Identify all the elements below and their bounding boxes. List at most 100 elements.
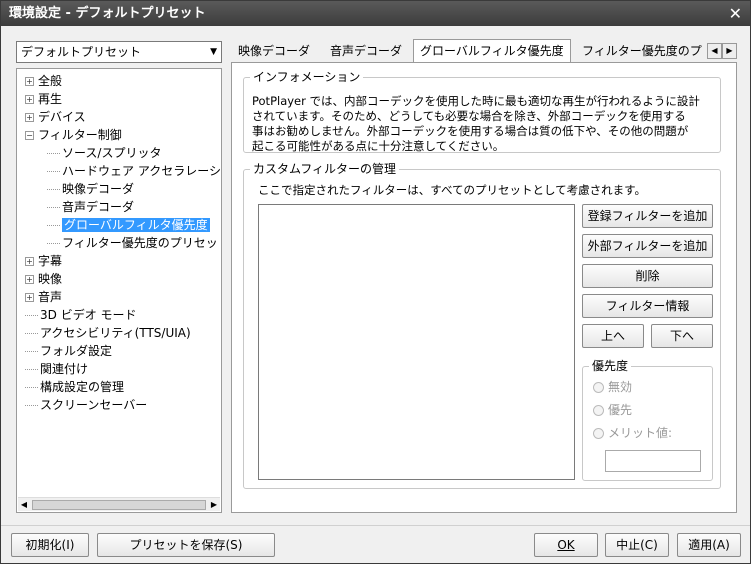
tree-item[interactable]: 関連付け	[25, 360, 88, 378]
tree-item[interactable]: アクセシビリティ(TTS/UIA)	[25, 324, 191, 342]
chevron-down-icon: ▼	[210, 47, 217, 57]
tree-horizontal-scrollbar[interactable]: ◀ ▶	[18, 497, 220, 511]
cancel-button[interactable]: 中止(C)	[605, 533, 669, 557]
close-icon[interactable]: ✕	[729, 1, 742, 26]
tree-connector	[25, 333, 38, 334]
delete-button[interactable]: 削除	[582, 264, 713, 288]
tree-item[interactable]: 構成設定の管理	[25, 378, 124, 396]
radio-label: メリット値:	[608, 426, 673, 440]
tab-label: 音声デコーダ	[330, 44, 403, 58]
tab-label: グローバルフィルタ優先度	[420, 44, 564, 58]
radio-icon	[593, 405, 604, 416]
add-registered-filter-button[interactable]: 登録フィルターを追加	[582, 204, 713, 228]
tab-global-filter-priority[interactable]: グローバルフィルタ優先度	[413, 39, 571, 63]
tree-item[interactable]: + 音声	[25, 288, 62, 306]
info-line: PotPlayer では、内部コーデックを使用した時に最も適切な再生が行われるよ…	[252, 94, 700, 108]
settings-panel: インフォメーション PotPlayer では、内部コーデックを使用した時に最も適…	[231, 62, 737, 513]
tab-strip: 映像デコーダ 音声デコーダ グローバルフィルタ優先度 フィルター優先度のプ ◀ ▶	[232, 39, 737, 63]
tree-item-label: フィルター優先度のプリセッ	[62, 236, 218, 250]
tree-connector	[25, 351, 38, 352]
tree-item[interactable]: 映像デコーダ	[47, 180, 134, 198]
custom-filter-description: ここで指定されたフィルターは、すべてのプリセットとして考慮されます。	[258, 183, 647, 197]
tree-item[interactable]: + デバイス	[25, 108, 86, 126]
tree-connector	[25, 315, 38, 316]
tree-item[interactable]: フォルダ設定	[25, 342, 112, 360]
tab-filter-priority-preset[interactable]: フィルター優先度のプ	[576, 41, 706, 61]
expand-icon[interactable]: +	[25, 293, 34, 302]
info-group: インフォメーション PotPlayer では、内部コーデックを使用した時に最も適…	[243, 69, 722, 154]
expand-icon[interactable]: +	[25, 275, 34, 284]
expand-icon[interactable]: +	[25, 95, 34, 104]
ok-button[interactable]: OK	[534, 533, 598, 557]
custom-filter-group-title: カスタムフィルターの管理	[250, 161, 400, 177]
apply-button[interactable]: 適用(A)	[677, 533, 741, 557]
tab-audio-decoder[interactable]: 音声デコーダ	[324, 41, 408, 61]
custom-filter-list[interactable]	[258, 204, 575, 480]
tree-connector	[47, 225, 60, 226]
preset-dropdown[interactable]: デフォルトプリセット ▼	[16, 41, 222, 63]
tree-item[interactable]: スクリーンセーバー	[25, 396, 147, 414]
tree-item[interactable]: 3D ビデオ モード	[25, 306, 137, 324]
reset-button[interactable]: 初期化(I)	[11, 533, 89, 557]
radio-label: 無効	[608, 380, 633, 394]
priority-merit-radio[interactable]: メリット値:	[593, 425, 672, 441]
tree-item-label: 全般	[38, 74, 63, 88]
tree-item[interactable]: + 全般	[25, 72, 62, 90]
tree-connector	[25, 405, 38, 406]
priority-prefer-radio[interactable]: 優先	[593, 402, 632, 418]
info-line: 事はお勧めしません。外部コーデックを使用する場合は質の低下や、その他の問題が	[252, 124, 689, 138]
tree-item[interactable]: 音声デコーダ	[47, 198, 134, 216]
tree-item-label: アクセシビリティ(TTS/UIA)	[40, 326, 191, 340]
tab-video-decoder[interactable]: 映像デコーダ	[232, 41, 316, 61]
tree-item[interactable]: ソース/スプリッタ	[47, 144, 161, 162]
tree-item-label: フォルダ設定	[40, 344, 113, 358]
tree-item-label: デバイス	[38, 110, 86, 124]
tree-item-label: 関連付け	[40, 362, 89, 376]
tree-item[interactable]: + 映像	[25, 270, 62, 288]
tree-item[interactable]: フィルター優先度のプリセッ	[47, 234, 218, 252]
footer-divider	[1, 525, 750, 526]
add-external-filter-button[interactable]: 外部フィルターを追加	[582, 234, 713, 258]
tree-item-label: グローバルフィルタ優先度	[62, 218, 210, 232]
tree-item[interactable]: − フィルター制御	[25, 126, 122, 144]
scroll-right-icon[interactable]: ▶	[208, 498, 220, 512]
priority-group: 優先度 無効 優先 メリット値:	[582, 358, 713, 481]
tree-connector	[25, 369, 38, 370]
info-line: されています。そのため、どうしても必要な場合を除き、外部コーデックを使用する	[252, 109, 686, 123]
settings-tree: スクリーンセーバー 構成設定の管理 関連付け フォルダ設定 アクセシビリティ(TTS/U…	[16, 68, 222, 513]
save-preset-button-label: プリセットを保存(S)	[129, 538, 243, 552]
radio-icon	[593, 382, 604, 393]
tree-item-label: ソース/スプリッタ	[62, 146, 162, 160]
move-down-button[interactable]: 下へ	[651, 324, 713, 348]
scroll-left-icon[interactable]: ◀	[18, 498, 30, 512]
info-text: PotPlayer では、内部コーデックを使用した時に最も適切な再生が行われるよ…	[252, 94, 722, 154]
tree-item-label: 構成設定の管理	[40, 380, 125, 394]
tree-item[interactable]: + 再生	[25, 90, 62, 108]
tree-item-label: 音声デコーダ	[62, 200, 135, 214]
preset-dropdown-value: デフォルトプリセット	[21, 45, 142, 59]
tree-item[interactable]: ハードウェア アクセラレーシ	[47, 162, 221, 180]
expand-icon[interactable]: +	[25, 113, 34, 122]
move-up-button[interactable]: 上へ	[582, 324, 644, 348]
tree-item-label: 字幕	[38, 254, 63, 268]
merit-value-input[interactable]	[605, 450, 701, 472]
tree-connector	[47, 243, 60, 244]
custom-filter-group: カスタムフィルターの管理 ここで指定されたフィルターは、すべてのプリセットとして…	[243, 161, 721, 489]
tree-item-label: 再生	[38, 92, 63, 106]
tab-left-arrow-icon[interactable]: ◀	[707, 43, 722, 59]
tree-item[interactable]: グローバルフィルタ優先度	[47, 216, 210, 234]
save-preset-button[interactable]: プリセットを保存(S)	[97, 533, 275, 557]
filter-info-button[interactable]: フィルター情報	[582, 294, 713, 318]
tab-right-arrow-icon[interactable]: ▶	[722, 43, 737, 59]
priority-disabled-radio[interactable]: 無効	[593, 379, 632, 395]
expand-icon[interactable]: +	[25, 257, 34, 266]
expand-icon[interactable]: +	[25, 77, 34, 86]
tree-item[interactable]: + 字幕	[25, 252, 62, 270]
tree-item-label: 3D ビデオ モード	[40, 308, 137, 322]
tree-item-label: スクリーンセーバー	[40, 398, 148, 412]
info-line: 起こる可能性がある点に十分注意してください。	[252, 139, 505, 153]
collapse-icon[interactable]: −	[25, 131, 34, 140]
tree-connector	[25, 387, 38, 388]
scrollbar-thumb[interactable]	[32, 500, 206, 510]
tab-label: 映像デコーダ	[238, 44, 311, 58]
